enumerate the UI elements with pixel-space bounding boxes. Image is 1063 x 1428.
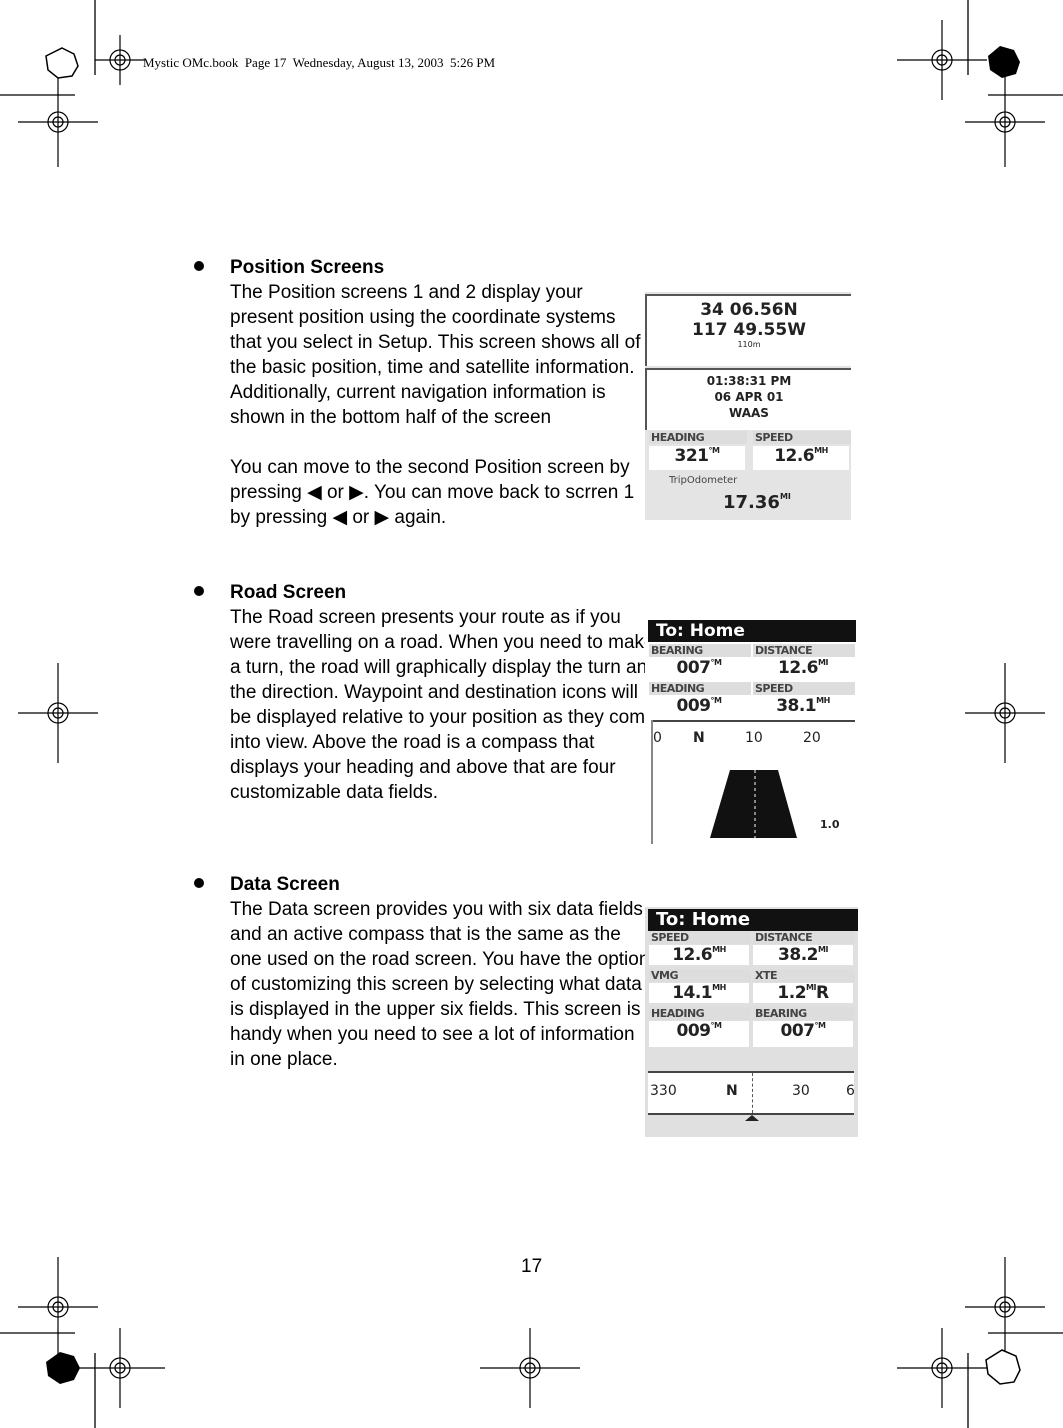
heading-value: 321 [674, 446, 710, 466]
distance-value: 38.2 [778, 945, 818, 965]
date: 06 APR 01 [714, 390, 784, 404]
paragraph: The Data screen provides you with six da… [230, 899, 650, 1070]
road-graphic [710, 770, 797, 838]
data-screen-image: To: Home SPEED DISTANCE 12.6MH 38.2MI VM… [645, 907, 858, 1137]
road-screen-image: To: Home BEARING DISTANCE 007°M 12.6MI H… [645, 620, 857, 846]
longitude: 117 49.55W [692, 320, 806, 340]
bullet-icon [194, 878, 204, 888]
speed-unit: MH [814, 446, 828, 455]
fix-type: WAAS [729, 406, 769, 420]
trip-odometer-label: TripOdometer [669, 475, 738, 486]
compass-label: 6 [846, 1083, 855, 1099]
xte-label: XTE [753, 969, 855, 982]
bullet-icon [194, 586, 204, 596]
xte-value: 1.2 [777, 983, 807, 1003]
latitude: 34 06.56N [700, 300, 798, 320]
bullet-icon [194, 261, 204, 271]
position-screen-image: 34 06.56N 117 49.55W 110m 01:38:31 PM 06… [645, 292, 851, 520]
compass-label: N [726, 1083, 738, 1099]
page-number: 17 [521, 1256, 543, 1277]
heading-label: HEADING [649, 1007, 751, 1020]
xte-unit: MI [806, 983, 816, 992]
heading-unit: °M [710, 1021, 722, 1030]
section-title: Position Screens [230, 257, 385, 278]
section-title: Road Screen [230, 582, 347, 603]
heading-label: HEADING [649, 431, 747, 444]
speed-label: SPEED [649, 931, 751, 944]
distance-label: DISTANCE [753, 931, 855, 944]
trip-odometer-value: 17.36 [723, 492, 780, 513]
speed-label: SPEED [753, 431, 851, 444]
odometer-unit: MI [779, 492, 791, 501]
speed-value: 12.6 [672, 945, 713, 965]
destination-title: To: Home [648, 909, 858, 931]
time: 01:38:31 PM [706, 374, 792, 388]
altitude: 110m [737, 340, 761, 349]
heading-pointer-icon [745, 1115, 759, 1121]
bearing-value: 007 [780, 1021, 816, 1041]
bearing-unit: °M [814, 1021, 826, 1030]
heading-unit: °M [708, 446, 720, 455]
compass-label: 330 [650, 1083, 677, 1099]
speed-value: 12.6 [774, 446, 815, 466]
vmg-value: 14.1 [672, 983, 713, 1003]
vmg-label: VMG [649, 969, 751, 982]
xte-direction: R [815, 983, 829, 1003]
map-scale: 1.0 [820, 818, 840, 831]
section-title: Data Screen [230, 874, 340, 895]
compass-label: 30 [792, 1083, 810, 1099]
paragraph: The Road screen presents your route as i… [230, 607, 658, 803]
heading-value: 009 [676, 1021, 712, 1041]
compass-strip: 330 N 30 6 [648, 1071, 855, 1115]
distance-unit: MI [818, 945, 828, 954]
print-header: Mystic OMc.book Page 17 Wednesday, Augus… [143, 55, 496, 70]
paragraph: The Position screens 1 and 2 display you… [230, 282, 641, 428]
vmg-unit: MH [712, 983, 726, 992]
bearing-label: BEARING [753, 1007, 855, 1020]
paragraph: You can move to the second Position scre… [230, 457, 635, 528]
speed-unit: MH [712, 945, 726, 954]
